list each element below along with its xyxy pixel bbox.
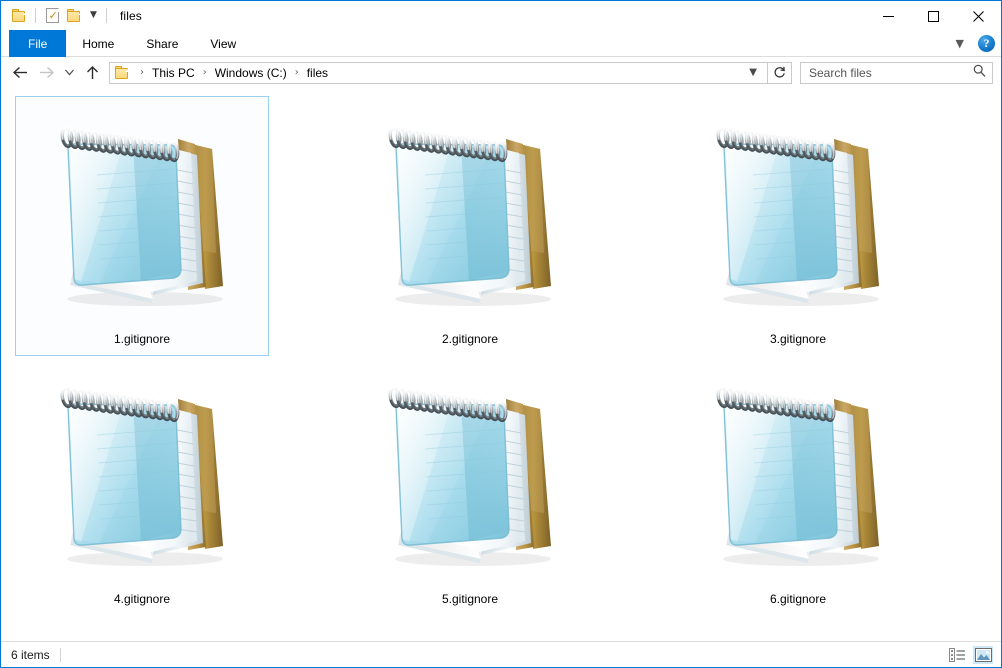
maximize-button[interactable] bbox=[911, 1, 956, 31]
notepad-icon bbox=[27, 103, 257, 318]
large-icons-view-button[interactable] bbox=[973, 645, 993, 664]
notepad-icon bbox=[27, 363, 257, 578]
ribbon-tab-bar: File Home Share View ▼ ? bbox=[1, 30, 1001, 57]
file-name-label: 3.gitignore bbox=[769, 332, 827, 346]
breadcrumb-separator: › bbox=[202, 67, 207, 78]
search-box[interactable] bbox=[800, 61, 993, 84]
breadcrumb-folder-icon[interactable] bbox=[115, 66, 129, 79]
search-input[interactable] bbox=[809, 65, 973, 80]
notepad-icon bbox=[355, 363, 585, 578]
up-button[interactable] bbox=[79, 60, 105, 86]
details-view-button[interactable] bbox=[947, 646, 967, 664]
file-name-label: 6.gitignore bbox=[769, 592, 827, 606]
file-item[interactable]: 1.gitignore bbox=[15, 96, 269, 356]
chevron-down-icon[interactable]: ▼ bbox=[85, 5, 101, 27]
file-list-area[interactable]: 1.gitignore 2.gitignore 3.gitignore 4.gi… bbox=[1, 88, 1001, 641]
file-item[interactable]: 3.gitignore bbox=[671, 96, 925, 356]
chevron-down-icon[interactable]: ▼ bbox=[743, 67, 763, 78]
item-count-label: 6 items bbox=[11, 647, 50, 662]
folder-glyph bbox=[11, 9, 27, 22]
folder-icon[interactable] bbox=[8, 5, 30, 27]
breadcrumb-item-files[interactable]: files bbox=[305, 66, 330, 80]
window-controls bbox=[866, 1, 1001, 31]
file-item[interactable]: 6.gitignore bbox=[671, 356, 925, 616]
ribbon-right-controls: ▼ ? bbox=[952, 30, 995, 57]
breadcrumb-separator: › bbox=[140, 67, 144, 78]
recent-locations-button[interactable] bbox=[59, 60, 79, 86]
status-bar: 6 items bbox=[1, 641, 1001, 667]
file-name-label: 1.gitignore bbox=[113, 332, 171, 346]
minimize-button[interactable] bbox=[866, 1, 911, 31]
status-separator bbox=[59, 647, 61, 662]
file-item[interactable]: 4.gitignore bbox=[15, 356, 269, 616]
tab-share[interactable]: Share bbox=[130, 30, 194, 57]
quick-access-toolbar: ✓ ▼ files bbox=[1, 1, 142, 30]
notepad-icon bbox=[683, 103, 913, 318]
file-name-label: 5.gitignore bbox=[441, 592, 499, 606]
new-folder-icon[interactable] bbox=[63, 5, 85, 27]
properties-glyph: ✓ bbox=[45, 8, 59, 23]
file-name-label: 4.gitignore bbox=[113, 592, 171, 606]
tab-file[interactable]: File bbox=[9, 30, 67, 57]
close-button[interactable] bbox=[956, 1, 1001, 31]
tab-view[interactable]: View bbox=[194, 30, 252, 57]
file-explorer-window: ✓ ▼ files File Home Share View ▼ ? › Thi… bbox=[0, 0, 1002, 668]
address-bar: › This PC › Windows (C:) › files ▼ bbox=[1, 57, 1001, 88]
qat-separator-1 bbox=[35, 8, 36, 23]
view-mode-buttons bbox=[947, 645, 993, 664]
file-item[interactable]: 5.gitignore bbox=[343, 356, 597, 616]
breadcrumb[interactable]: › This PC › Windows (C:) › files ▼ bbox=[109, 61, 768, 84]
file-name-label: 2.gitignore bbox=[441, 332, 499, 346]
back-button[interactable] bbox=[7, 60, 33, 86]
properties-icon[interactable]: ✓ bbox=[41, 5, 63, 27]
search-icon[interactable] bbox=[973, 64, 986, 82]
breadcrumb-separator: › bbox=[294, 67, 299, 78]
new-folder-glyph bbox=[66, 9, 82, 22]
help-icon[interactable]: ? bbox=[978, 35, 995, 52]
window-title: files bbox=[120, 8, 142, 23]
breadcrumb-item-this-pc[interactable]: This PC bbox=[150, 66, 197, 80]
chevron-down-icon[interactable]: ▼ bbox=[952, 37, 968, 50]
chevron-down-glyph: ▼ bbox=[90, 10, 97, 20]
forward-button[interactable] bbox=[33, 60, 59, 86]
file-item[interactable]: 2.gitignore bbox=[343, 96, 597, 356]
tab-home[interactable]: Home bbox=[66, 30, 130, 57]
notepad-icon bbox=[683, 363, 913, 578]
notepad-icon bbox=[355, 103, 585, 318]
refresh-button[interactable] bbox=[768, 61, 792, 84]
qat-separator-2 bbox=[106, 8, 107, 23]
title-bar: ✓ ▼ files bbox=[1, 0, 1001, 30]
breadcrumb-item-windows-c[interactable]: Windows (C:) bbox=[213, 66, 289, 80]
file-grid: 1.gitignore 2.gitignore 3.gitignore 4.gi… bbox=[1, 94, 1001, 616]
